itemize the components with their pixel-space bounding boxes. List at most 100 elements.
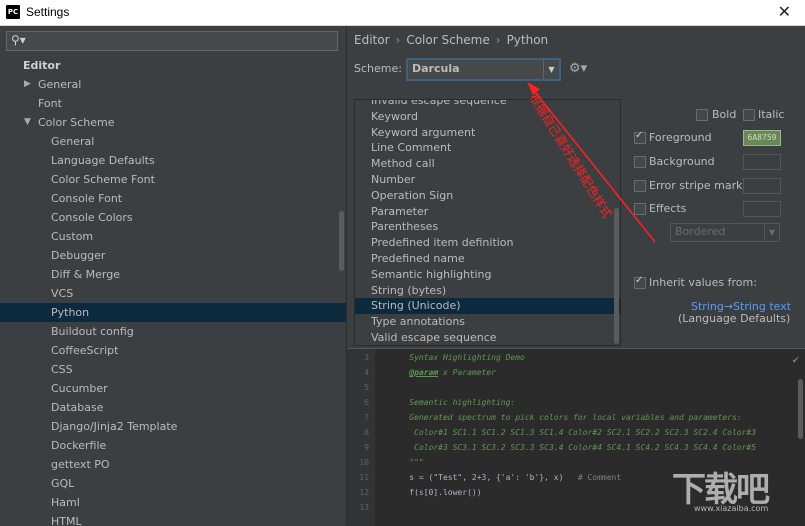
color-scheme-panel: Editor › Color Scheme › Python Scheme: Darcu…	[347, 26, 805, 526]
tree-item-debugger[interactable]: Debugger	[0, 246, 346, 265]
element-list[interactable]: Valid escape sequence Type annotations Str…	[354, 99, 621, 346]
breadcrumb-item: Python	[506, 33, 549, 47]
code-token: Syntax Highlighting Demo	[390, 353, 525, 362]
tree-item-label: Custom	[51, 230, 94, 243]
element-list-item[interactable]: Parentheses	[355, 219, 620, 235]
tree-item-console-font[interactable]: Console Font	[0, 189, 346, 208]
element-list-item[interactable]: Predefined name	[355, 251, 620, 267]
tree-item-css[interactable]: CSS	[0, 360, 346, 379]
italic-checkbox[interactable]	[743, 109, 755, 121]
element-list-item[interactable]: Invalid escape sequence	[355, 100, 620, 109]
line-number: 7	[364, 413, 369, 422]
foreground-color-swatch[interactable]: 6A8759	[743, 130, 781, 146]
line-number: 3	[364, 353, 369, 362]
close-icon[interactable]: ✕	[778, 2, 791, 21]
element-list-item[interactable]: Valid escape sequence	[355, 330, 620, 345]
settings-sidebar: ⚲▾ Editor ▶ General Font ▼ Color Scheme Genera…	[0, 26, 347, 525]
tree-item-color-scheme-font[interactable]: Color Scheme Font	[0, 170, 346, 189]
tree-item-console-colors[interactable]: Console Colors	[0, 208, 346, 227]
code-token: """	[390, 458, 424, 467]
tree-item-coffeescript[interactable]: CoffeeScript	[0, 341, 346, 360]
line-number: 8	[364, 428, 369, 437]
gear-icon[interactable]: ⚙▾	[569, 61, 587, 76]
tree-item-general[interactable]: ▶ General	[0, 75, 346, 94]
line-number: 9	[364, 443, 369, 452]
title-bar: PC Settings ✕	[0, 0, 805, 26]
element-list-item[interactable]: String (bytes)	[355, 283, 620, 299]
code-token: # Comment	[577, 473, 622, 482]
effects-color-swatch[interactable]	[743, 201, 781, 217]
code-line: s = ("Test", 2+3, {'a': 'b'}, x) # Comme…	[390, 473, 621, 482]
tree-item-color-scheme[interactable]: ▼ Color Scheme	[0, 113, 346, 132]
tree-item-vcs[interactable]: VCS	[0, 284, 346, 303]
tree-item-language-defaults[interactable]: Language Defaults	[0, 151, 346, 170]
tree-item-general[interactable]: General	[0, 132, 346, 151]
tree-item-label: Database	[51, 401, 104, 414]
effects-label: Effects	[649, 202, 687, 215]
watermark-url: www.xiazaiba.com	[694, 504, 769, 513]
sidebar-scrollbar[interactable]	[339, 211, 344, 271]
chevron-down-icon[interactable]: ▼	[24, 113, 31, 132]
tree-item-haml[interactable]: Haml	[0, 493, 346, 512]
tree-item-label: VCS	[51, 287, 74, 300]
element-list-item[interactable]: String (Unicode)	[355, 298, 620, 315]
inherit-source: (Language Defaults)	[678, 312, 791, 325]
tree-item-cucumber[interactable]: Cucumber	[0, 379, 346, 398]
code-token: x Parameter	[438, 368, 496, 377]
line-number: 11	[359, 473, 369, 482]
search-input[interactable]: ⚲▾	[6, 31, 338, 51]
tree-item-gettext-po[interactable]: gettext PO	[0, 455, 346, 474]
tree-item-label: Python	[51, 306, 90, 319]
bold-checkbox[interactable]	[696, 109, 708, 121]
scheme-value: Darcula	[412, 62, 460, 75]
inherit-checkbox[interactable]	[634, 275, 646, 289]
scheme-label: Scheme:	[354, 62, 402, 75]
background-color-swatch[interactable]	[743, 154, 781, 170]
tree-item-label: Haml	[51, 496, 80, 509]
element-list-item[interactable]: Type annotations	[355, 314, 620, 330]
error-stripe-checkbox[interactable]	[634, 180, 646, 192]
effects-checkbox[interactable]	[634, 203, 646, 215]
code-token: Color#3 SC3.1 SC3.2 SC3.3 SC3.4 Color#4 …	[390, 443, 757, 452]
code-line: @param x Parameter	[390, 368, 496, 377]
tree-item-editor[interactable]: Editor	[0, 56, 346, 75]
element-list-item[interactable]: Parameter	[355, 204, 620, 220]
effects-type-select[interactable]: Bordered ▼	[670, 223, 780, 242]
tree-item-django-jinja2-template[interactable]: Django/Jinja2 Template	[0, 417, 346, 436]
tree-item-dockerfile[interactable]: Dockerfile	[0, 436, 346, 455]
foreground-checkbox[interactable]	[634, 130, 646, 144]
element-list-item[interactable]: Keyword argument	[355, 125, 620, 141]
breadcrumb-item: Color Scheme	[406, 33, 490, 47]
background-checkbox[interactable]	[634, 156, 646, 168]
element-list-item[interactable]: Keyword	[355, 109, 620, 125]
element-list-item[interactable]: Predefined item definition	[355, 235, 620, 251]
element-list-item[interactable]: Semantic highlighting	[355, 267, 620, 283]
element-list-item[interactable]: Operation Sign	[355, 188, 620, 204]
tree-item-html[interactable]: HTML	[0, 512, 346, 525]
element-list-scrollbar[interactable]	[614, 208, 619, 344]
chevron-right-icon[interactable]: ▶	[24, 75, 31, 94]
tree-item-buildout-config[interactable]: Buildout config	[0, 322, 346, 341]
tree-item-custom[interactable]: Custom	[0, 227, 346, 246]
tree-item-label: Diff & Merge	[51, 268, 121, 281]
background-label: Background	[649, 155, 715, 168]
code-token: Color#1 SC1.1 SC1.2 SC1.3 SC1.4 Color#2 …	[390, 428, 757, 437]
tree-item-gql[interactable]: GQL	[0, 474, 346, 493]
tree-item-label: CoffeeScript	[51, 344, 119, 357]
chevron-down-icon[interactable]: ▼	[764, 224, 779, 241]
preview-scrollbar[interactable]	[798, 379, 803, 439]
tree-item-python[interactable]: Python	[0, 303, 346, 322]
error-stripe-color-swatch[interactable]	[743, 178, 781, 194]
code-line: Syntax Highlighting Demo	[390, 353, 525, 362]
code-line: Color#3 SC3.1 SC3.2 SC3.3 SC3.4 Color#4 …	[390, 443, 756, 452]
tree-item-diff-merge[interactable]: Diff & Merge	[0, 265, 346, 284]
chevron-down-icon[interactable]: ▼	[543, 60, 559, 79]
code-line: """	[390, 458, 424, 467]
tree-item-label: Debugger	[51, 249, 106, 262]
tree-item-database[interactable]: Database	[0, 398, 346, 417]
check-icon: ✔	[792, 353, 799, 366]
scheme-select[interactable]: Darcula ▼	[406, 58, 561, 81]
tree-item-label: HTML	[51, 515, 82, 525]
tree-item-font[interactable]: Font	[0, 94, 346, 113]
